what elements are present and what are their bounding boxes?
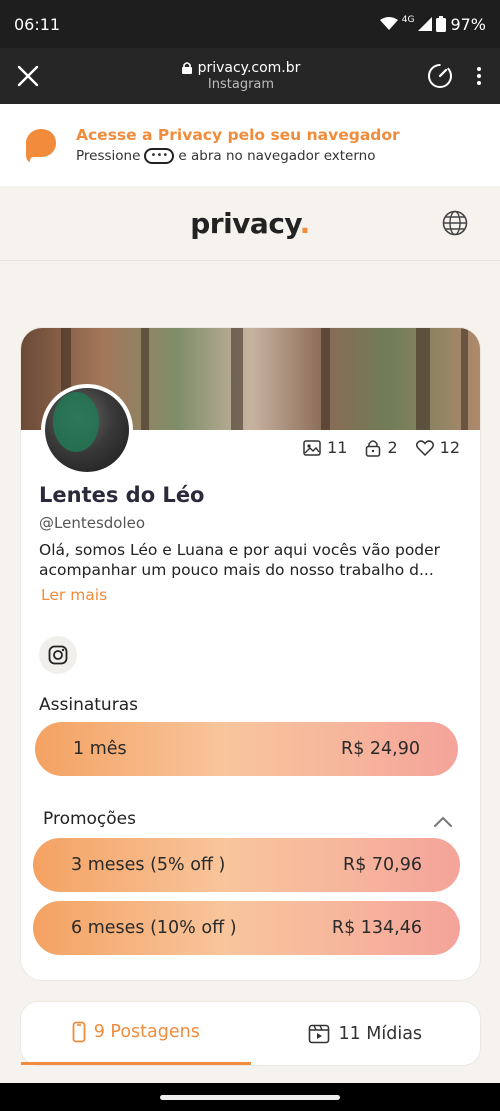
tab-posts[interactable]: 9 Postagens [21,1002,251,1065]
subscriptions-title: Assinaturas [39,695,138,715]
profile-handle: @Lentesdoleo [39,514,146,532]
more-dots-icon: ••• [144,148,175,164]
heart-icon [415,439,434,456]
banner-press: Pressione [76,148,141,164]
signal-icon [418,17,433,31]
browser-subtitle: Instagram [207,76,275,92]
tab-media[interactable]: 11 Mídias [251,1002,481,1065]
browser-toolbar: privacy.com.br Instagram [0,48,500,104]
system-nav-bar [0,1083,500,1111]
instagram-link[interactable] [39,636,77,674]
privacy-logo[interactable]: privacy. [190,207,310,240]
speed-dial-icon[interactable] [426,62,454,90]
stat-images: 11 [303,438,347,457]
status-icons: 4G 97% [379,14,486,34]
stat-locked: 2 [365,438,398,457]
site-header: privacy. [0,186,500,261]
profile-bio: Olá, somos Léo e Luana e por aqui vocês … [39,541,441,579]
promotion-option[interactable]: 3 meses (5% off ) R$ 70,96 [33,838,460,892]
video-icon [309,1024,330,1043]
content-tabs: 9 Postagens 11 Mídias [20,1001,481,1066]
home-gesture-handle[interactable] [160,1094,340,1100]
promotion-option[interactable]: 6 meses (10% off ) R$ 134,46 [33,901,460,955]
promotions-title: Promoções [43,809,136,829]
privacy-logo-icon [26,129,56,162]
subscription-option[interactable]: 1 mês R$ 24,90 [35,722,458,776]
profile-name: Lentes do Léo [39,483,205,507]
close-icon [17,65,39,87]
status-time: 06:11 [14,14,61,34]
lock-icon [366,439,381,457]
more-options-icon[interactable] [476,66,482,86]
network-type: 4G [401,15,415,25]
image-icon [303,439,321,456]
browser-url: privacy.com.br [197,59,301,76]
status-bar: 06:11 4G 97% [0,0,500,48]
banner-title: Acesse a Privacy pelo seu navegador [76,126,400,144]
chevron-up-icon[interactable] [434,816,452,827]
browser-url-area[interactable]: privacy.com.br Instagram [56,60,426,92]
read-more-link[interactable]: Ler mais [41,586,107,604]
profile-stats: 11 2 12 [291,438,460,457]
phone-icon [72,1021,86,1043]
banner-rest: e abra no navegador externo [178,148,376,164]
globe-icon[interactable] [442,210,468,236]
banner-subtitle: Pressione ••• e abra no navegador extern… [76,148,400,164]
close-button[interactable] [0,65,56,87]
avatar[interactable] [41,384,133,476]
instagram-icon [48,645,68,665]
wifi-icon [379,17,398,30]
open-in-browser-banner[interactable]: Acesse a Privacy pelo seu navegador Pres… [0,104,500,186]
profile-card: 11 2 12 Lentes do Léo @Lentesdoleo Olá, … [20,327,481,981]
battery-icon [436,16,447,32]
lock-icon [181,62,192,75]
battery-level: 97% [450,14,486,34]
stat-likes: 12 [415,438,460,457]
